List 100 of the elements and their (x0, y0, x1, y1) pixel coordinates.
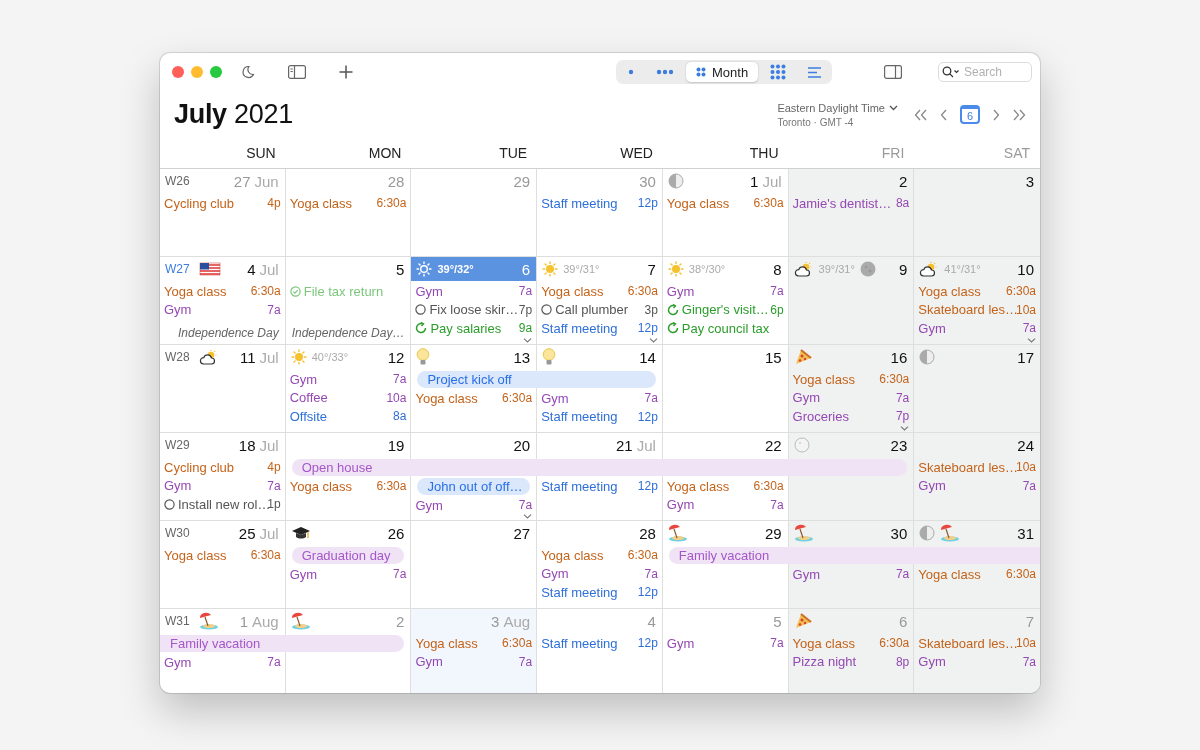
event-title[interactable]: Staff meeting (541, 320, 635, 336)
day-cell[interactable]: 28 Yoga class 6:30a Gym 7a Staff meeting 12p (537, 521, 663, 609)
event-title[interactable]: Yoga class (541, 283, 625, 299)
event-title[interactable]: Gym (164, 654, 265, 670)
day-cell[interactable]: 29 Family vacation (662, 521, 789, 609)
double-chevron-left-icon[interactable] (914, 108, 928, 121)
event-title[interactable]: Yoga class (289, 478, 374, 494)
event-title[interactable]: Gym (289, 371, 391, 387)
event-title[interactable]: Call plumber (555, 302, 642, 318)
event-title[interactable]: Cycling club (164, 195, 265, 211)
day-cell[interactable]: 5 Gym 7a (662, 609, 789, 693)
day-cell[interactable]: 38°/30° 8 Gym 7a Ginger's visit…6p Pay council tax (662, 257, 789, 345)
event-title[interactable]: Jamie's dentist… (792, 195, 893, 211)
event-bar[interactable]: Graduation day (291, 547, 405, 564)
moon-icon[interactable] (241, 65, 255, 79)
day-cell[interactable]: 22 Yoga class 6:30a Gym 7a (662, 433, 789, 521)
event-title[interactable]: Pizza night (792, 654, 893, 670)
day-cell[interactable]: W27 4 Jul Yoga class 6:30a Gym 7a Independence Day (160, 257, 286, 345)
event-title[interactable]: Staff meeting (541, 584, 635, 600)
event-title[interactable]: Gym (666, 283, 768, 299)
add-icon[interactable] (339, 65, 353, 79)
chevron-down-icon[interactable] (648, 338, 658, 343)
event-bar[interactable]: Family vacation (668, 547, 789, 564)
day-cell[interactable]: 2 Jamie's dentist… 8a (788, 169, 915, 257)
check-circle-icon[interactable] (289, 285, 301, 297)
task-circle-icon[interactable] (164, 498, 175, 510)
event-title[interactable]: Gym (918, 654, 1020, 670)
day-cell[interactable]: W28 11 Jul (160, 345, 286, 433)
day-cell[interactable]: 3 Aug Yoga class 6:30a Gym 7a (411, 609, 538, 693)
chevron-down-icon[interactable] (900, 426, 910, 431)
event-title[interactable]: Gym (792, 566, 893, 582)
double-chevron-right-icon[interactable] (1012, 108, 1026, 121)
event-title[interactable]: Yoga class (164, 283, 248, 299)
day-cell[interactable]: 17 (914, 345, 1040, 433)
event-title[interactable]: Yoga class (666, 478, 751, 494)
event-title[interactable]: Gym (164, 302, 265, 318)
event-title[interactable]: Cycling club (164, 459, 265, 475)
day-cell[interactable]: 24 Skateboard les…10a Gym 7a (914, 433, 1040, 521)
day-cell[interactable]: 14 Gym 7a Staff meeting 12p (537, 345, 663, 433)
chevron-right-icon[interactable] (992, 108, 1000, 121)
day-cell[interactable]: 20 John out of off… Gym 7a (411, 433, 538, 521)
task-circle-icon[interactable] (415, 304, 427, 316)
event-bar[interactable]: Project kick off (417, 371, 538, 388)
day-cell[interactable]: W29 18 Jul Cycling club 4p Gym 7a Install new rol…1p (160, 433, 286, 521)
event-title[interactable]: Staff meeting (541, 478, 635, 494)
day-cell[interactable]: 30 Gym 7a (788, 521, 915, 609)
month-view-tab[interactable]: Month (686, 62, 759, 82)
event-title[interactable]: Yoga class (541, 547, 625, 563)
task-circle-icon[interactable] (541, 304, 553, 316)
day-cell[interactable]: W30 25 Jul Yoga class 6:30a (160, 521, 286, 609)
timezone-selector[interactable]: Eastern Daylight Time (777, 101, 898, 114)
day-cell[interactable]: 7 Skateboard les…10a Gym 7a (914, 609, 1040, 693)
close-button[interactable] (172, 66, 184, 78)
day-cell[interactable]: W31 1 Aug Family vacation Gym 7a (160, 609, 286, 693)
day-cell[interactable]: 30 Staff meeting 12p (537, 169, 663, 257)
day-cell[interactable]: 19 Open house Yoga class 6:30a (285, 433, 412, 521)
day-cell[interactable]: 39°/32° 6 Gym 7a Fix loose skir…7p Pay salaries 9a (411, 257, 538, 345)
day-cell[interactable]: 5 File tax return Independence Day… (285, 257, 412, 345)
today-button[interactable]: 6 (960, 105, 980, 124)
event-bar[interactable]: Open house (291, 459, 412, 476)
search-field[interactable]: Search (938, 62, 1032, 82)
event-title[interactable]: Yoga class (415, 390, 500, 406)
event-title[interactable]: Yoga class (918, 566, 1003, 582)
day-cell[interactable]: 4 Staff meeting 12p (537, 609, 663, 693)
minimize-button[interactable] (191, 66, 203, 78)
event-title[interactable]: Gym (666, 497, 768, 513)
day-cell[interactable]: 31 Yoga class 6:30a (914, 521, 1040, 609)
day-cell[interactable]: 15 (662, 345, 789, 433)
event-title[interactable]: Staff meeting (541, 635, 635, 651)
day-cell[interactable]: 40°/33° 12 Gym 7a Coffee 10a Offsite 8a (285, 345, 412, 433)
day-cell[interactable]: 39°/31° 7 Yoga class 6:30a Call plumber 3p Staff meeting 12p (537, 257, 663, 345)
event-title[interactable]: Gym (918, 478, 1020, 494)
event-title[interactable]: Gym (918, 320, 1020, 336)
event-title[interactable]: Staff meeting (541, 195, 635, 211)
event-title[interactable]: Gym (792, 390, 893, 406)
event-title[interactable]: Ginger's visit… (681, 302, 768, 318)
event-title[interactable]: Yoga class (792, 371, 877, 387)
event-title[interactable]: Groceries (792, 408, 893, 424)
zoom-button[interactable] (210, 66, 222, 78)
day-cell[interactable]: 13 Project kick off Yoga class 6:30a (411, 345, 538, 433)
day-cell[interactable]: 3 (914, 169, 1040, 257)
event-title[interactable]: Gym (541, 390, 642, 406)
event-title[interactable]: Staff meeting (541, 409, 635, 425)
event-title[interactable]: Yoga class (289, 195, 374, 211)
event-title[interactable]: Yoga class (415, 635, 500, 651)
event-bar[interactable]: Family vacation (160, 635, 286, 652)
chevron-left-icon[interactable] (940, 108, 948, 121)
event-title[interactable]: Fix loose skir… (429, 302, 516, 318)
event-title[interactable]: Gym (164, 478, 265, 494)
event-title[interactable]: Pay council tax (681, 320, 784, 336)
chevron-down-icon[interactable] (1027, 338, 1036, 343)
day-cell[interactable]: 23 (788, 433, 915, 521)
event-title[interactable]: Gym (415, 654, 516, 670)
event-bar[interactable]: John out of off… (417, 478, 531, 495)
day-cell[interactable]: 6 Yoga class 6:30a Pizza night 8p (788, 609, 915, 693)
day-cell[interactable]: 28 Yoga class 6:30a (285, 169, 412, 257)
event-title[interactable]: Gym (289, 566, 391, 582)
sidebar-icon[interactable] (288, 65, 306, 79)
event-title[interactable]: Gym (666, 635, 768, 651)
day-cell[interactable]: W26 27 Jun Cycling club 4p (160, 169, 286, 257)
